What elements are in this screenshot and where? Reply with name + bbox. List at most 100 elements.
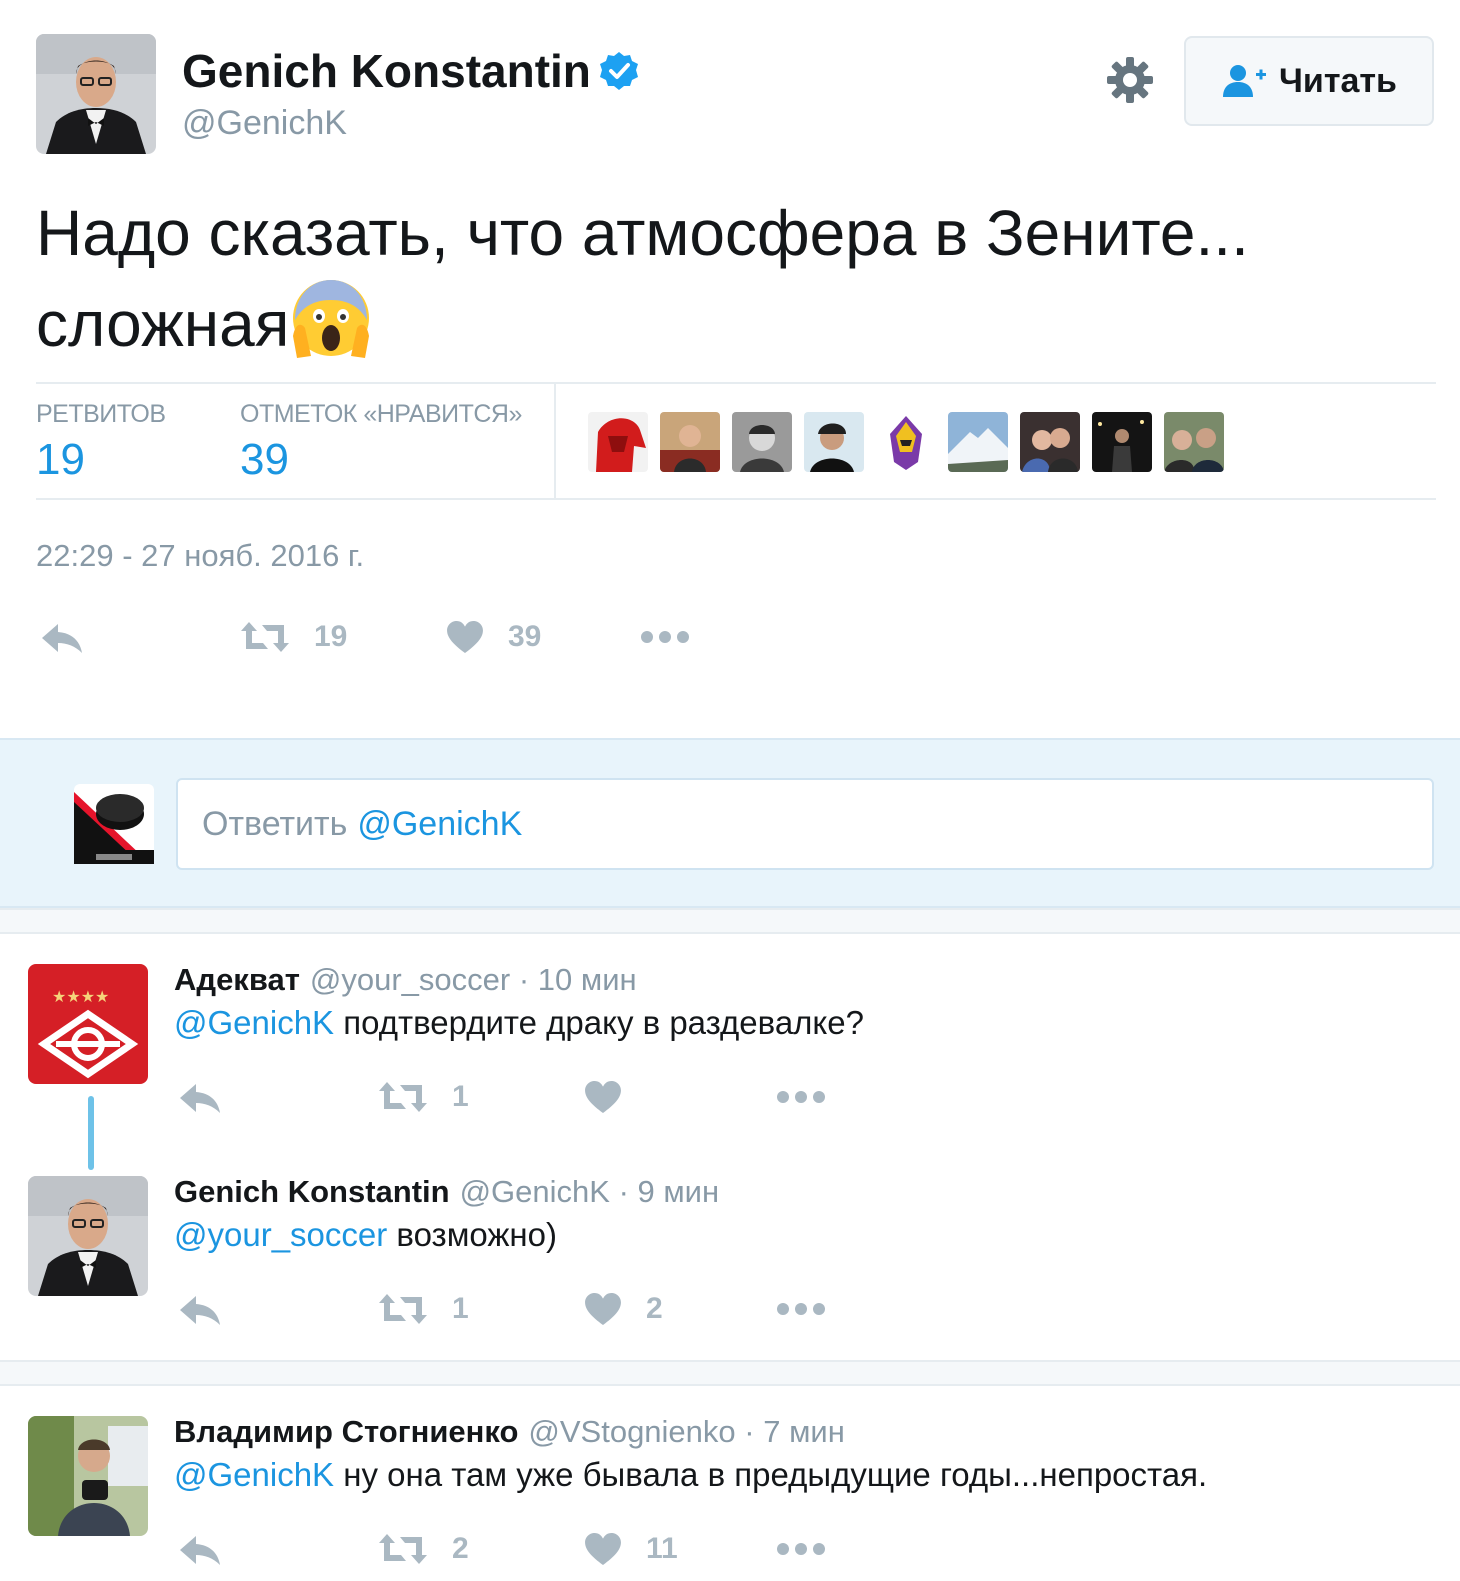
like-count: 2 [646, 1292, 663, 1325]
reply-icon [178, 1082, 222, 1114]
reply-avatar[interactable]: ★★★★ [28, 964, 148, 1084]
liker-avatar[interactable] [804, 412, 864, 472]
like-button[interactable]: 2 [584, 1292, 663, 1326]
author-avatar[interactable] [36, 34, 156, 154]
liker-avatar[interactable] [1020, 412, 1080, 472]
more-button[interactable] [776, 1090, 826, 1104]
more-dots-icon [776, 1302, 826, 1316]
retweet-count: 1 [452, 1080, 469, 1113]
verified-badge-icon [599, 52, 638, 90]
retweet-count: 19 [314, 620, 348, 653]
thread-connector [88, 1096, 94, 1170]
more-button[interactable] [776, 1302, 826, 1316]
like-count: 39 [508, 620, 542, 653]
reply-author-handle[interactable]: @GenichK [460, 1174, 610, 1209]
more-button[interactable] [776, 1542, 826, 1556]
retweets-label: РЕТВИТОВ [36, 400, 166, 428]
likes-stat[interactable]: ОТМЕТОК «НРАВИТСЯ» 39 [240, 400, 522, 485]
likes-label: ОТМЕТОК «НРАВИТСЯ» [240, 400, 522, 428]
liker-avatar[interactable] [948, 412, 1008, 472]
liker-avatar[interactable] [876, 412, 936, 472]
tweet-stats: РЕТВИТОВ 19 ОТМЕТОК «НРАВИТСЯ» 39 [36, 382, 1436, 500]
author-handle[interactable]: @GenichK [182, 104, 347, 143]
heart-icon [584, 1292, 622, 1326]
svg-text:★★★★: ★★★★ [52, 987, 109, 1006]
reply-composer: Ответить @GenichK [0, 738, 1460, 908]
heart-icon [584, 1080, 622, 1114]
reply-header: Адекват @your_soccer · 10 мин [174, 962, 637, 998]
more-dots-icon [776, 1542, 826, 1556]
tweet-text: Надо сказать, что атмосфера в Зените... … [36, 190, 1416, 367]
liker-avatar[interactable] [588, 412, 648, 472]
reply-author-name[interactable]: Genich Konstantin [174, 1174, 450, 1209]
reply-author-handle[interactable]: @your_soccer [310, 962, 510, 997]
follow-button-label: Читать [1279, 61, 1397, 100]
reply-author-name[interactable]: Владимир Стогниенко [174, 1414, 518, 1449]
reply-placeholder: Ответить [202, 804, 348, 843]
liker-avatar[interactable] [732, 412, 792, 472]
reply-mention-link[interactable]: @GenichK [174, 1456, 334, 1493]
retweet-icon [378, 1532, 428, 1566]
like-button[interactable] [584, 1080, 646, 1114]
more-button[interactable] [640, 630, 690, 644]
reply-mention-link[interactable]: @GenichK [174, 1004, 334, 1041]
face-screaming-in-fear-icon [293, 280, 370, 358]
retweet-icon [378, 1292, 428, 1326]
reply-avatar[interactable] [28, 1176, 148, 1296]
retweet-button[interactable]: 1 [378, 1292, 469, 1326]
reply-button[interactable] [178, 1534, 222, 1566]
reply-body: ну она там уже бывала в предыдущие годы.… [334, 1456, 1208, 1493]
reply-time[interactable]: · 10 мин [519, 962, 637, 997]
section-divider [0, 1360, 1460, 1386]
liker-avatar[interactable] [1164, 412, 1224, 472]
reply-header: Genich Konstantin @GenichK · 9 мин [174, 1174, 719, 1210]
author-name-row[interactable]: Genich Konstantin [182, 44, 639, 98]
reply-author-name[interactable]: Адекват [174, 962, 300, 997]
reply-text: @GenichK подтвердите драку в раздевалке? [174, 1004, 864, 1042]
follow-button[interactable]: Читать [1184, 36, 1434, 126]
reply-icon [178, 1534, 222, 1566]
section-divider [0, 908, 1460, 934]
retweet-count: 1 [452, 1292, 469, 1325]
reply-text: @your_soccer возможно) [174, 1216, 557, 1254]
reply-input[interactable]: Ответить @GenichK [176, 778, 1434, 870]
retweet-icon [378, 1080, 428, 1114]
reply-avatar[interactable] [28, 1416, 148, 1536]
reply-body: возможно) [387, 1216, 558, 1253]
reply-time[interactable]: · 7 мин [744, 1414, 845, 1449]
retweet-button[interactable]: 19 [240, 620, 347, 654]
reply-icon [40, 622, 84, 654]
tweet-text-line-1: Надо сказать, что атмосфера в Зените... [36, 197, 1249, 269]
heart-icon [584, 1532, 622, 1566]
likes-count: 39 [240, 435, 289, 484]
retweet-button[interactable]: 2 [378, 1532, 469, 1566]
reply-mention: @GenichK [357, 804, 523, 843]
reply-author-handle[interactable]: @VStognienko [528, 1414, 735, 1449]
reply-icon [178, 1294, 222, 1326]
retweet-button[interactable]: 1 [378, 1080, 469, 1114]
reply-text: @GenichK ну она там уже бывала в предыду… [174, 1456, 1207, 1494]
reply-button[interactable] [40, 622, 84, 654]
like-count: 11 [646, 1532, 678, 1565]
retweets-count: 19 [36, 435, 85, 484]
gear-icon[interactable] [1106, 56, 1154, 104]
retweet-icon [240, 620, 290, 654]
liker-avatar[interactable] [660, 412, 720, 472]
retweets-stat[interactable]: РЕТВИТОВ 19 [36, 400, 166, 485]
reply-header: Владимир Стогниенко @VStognienko · 7 мин [174, 1414, 845, 1450]
like-button[interactable]: 11 [584, 1532, 678, 1566]
reply-button[interactable] [178, 1294, 222, 1326]
tweet-timestamp[interactable]: 22:29 - 27 нояб. 2016 г. [36, 538, 364, 574]
more-dots-icon [776, 1090, 826, 1104]
reply-button[interactable] [178, 1082, 222, 1114]
reply-mention-link[interactable]: @your_soccer [174, 1216, 387, 1253]
more-dots-icon [640, 630, 690, 644]
stats-divider [554, 384, 556, 498]
current-user-avatar[interactable] [74, 784, 154, 864]
reply-time[interactable]: · 9 мин [619, 1174, 720, 1209]
liker-avatars [588, 412, 1224, 472]
liker-avatar[interactable] [1092, 412, 1152, 472]
heart-icon [446, 620, 484, 654]
like-button[interactable]: 39 [446, 620, 541, 654]
author-name[interactable]: Genich Konstantin [182, 44, 591, 98]
